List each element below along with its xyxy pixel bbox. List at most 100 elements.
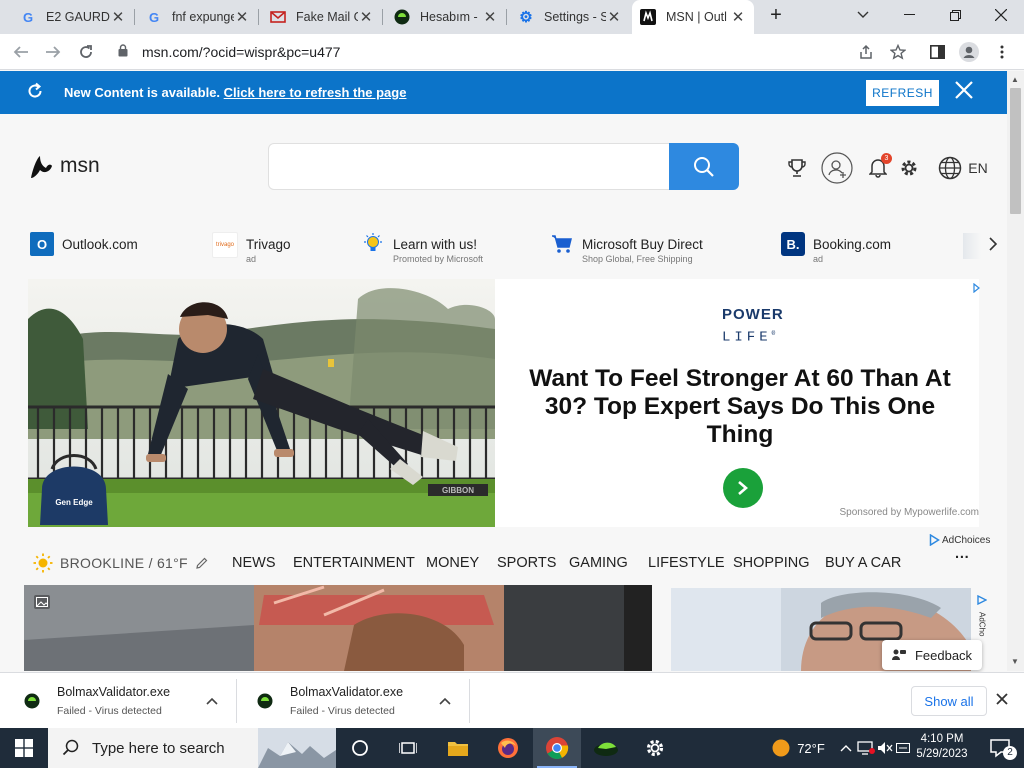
adchoices-link[interactable]: AdChoices [929, 534, 990, 546]
bookmark-button[interactable] [885, 39, 911, 65]
settings-app-button[interactable] [631, 728, 679, 768]
nav-shopping[interactable]: SHOPPING [733, 555, 810, 571]
feed-card-main[interactable] [24, 585, 652, 671]
quicklink-learn[interactable]: Learn with us! Promoted by Microsoft [361, 232, 483, 268]
nav-more-button[interactable]: ··· [955, 550, 970, 566]
task-view-button[interactable] [336, 728, 384, 768]
new-tab-button[interactable]: + [758, 0, 794, 30]
settings-button[interactable] [898, 153, 920, 183]
firefox-button[interactable] [484, 728, 532, 768]
download-item[interactable]: BolmaxValidator.exe Failed - Virus detec… [24, 673, 234, 729]
app-button[interactable] [582, 728, 630, 768]
share-button[interactable] [853, 39, 879, 65]
ad-headline[interactable]: Want To Feel Stronger At 60 Than At 30? … [515, 365, 965, 449]
tab-e2-gaurdi[interactable]: G E2 GAURDI ✕ [12, 0, 134, 34]
download-item[interactable]: BolmaxValidator.exe Failed - Virus detec… [257, 673, 467, 729]
close-downloads-button[interactable] [996, 689, 1008, 710]
ad-image[interactable]: Gen Edge GIBBON [28, 279, 495, 527]
adchoices-triangle-icon[interactable] [973, 280, 981, 294]
quicklink-microsoft-buy-direct[interactable]: Microsoft Buy Direct Shop Global, Free S… [550, 232, 703, 268]
refresh-page-link[interactable]: Click here to refresh the page [224, 85, 407, 100]
download-options-button[interactable] [439, 693, 451, 708]
tab-title: fnf expunge [172, 10, 234, 24]
bag-text: Gen Edge [55, 498, 93, 507]
side-panel-button[interactable] [924, 39, 950, 65]
url-text[interactable]: msn.com/?ocid=wispr&pc=u477 [142, 44, 340, 60]
nav-buy-a-car[interactable]: BUY A CAR [825, 555, 901, 571]
language-button[interactable]: EN [933, 153, 993, 183]
scroll-up-icon[interactable]: ▲ [1011, 75, 1019, 84]
tab-search-button[interactable] [840, 0, 886, 30]
quicklink-booking[interactable]: B. Booking.com ad [781, 232, 891, 268]
tab-close-icon[interactable]: ✕ [730, 8, 746, 26]
tab-msn-outlook[interactable]: MSN | Outl ✕ [632, 0, 754, 34]
notifications-button[interactable]: 3 [866, 153, 892, 183]
weather-location[interactable]: BROOKLINE / 61°F [33, 553, 209, 573]
scrollbar-thumb[interactable] [1010, 88, 1021, 214]
forward-button[interactable] [40, 39, 66, 65]
nav-sports[interactable]: SPORTS [497, 555, 556, 571]
ad-sponsor-text[interactable]: Sponsored by Mypowerlife.com [808, 507, 979, 518]
taskbar-search-box[interactable]: Type here to search [48, 728, 336, 768]
close-notice-button[interactable] [952, 79, 976, 105]
location-weather-text: BROOKLINE / 61°F [60, 555, 188, 571]
address-bar[interactable]: msn.com/?ocid=wispr&pc=u477 [106, 38, 916, 66]
weather-widget[interactable]: 72°F [758, 728, 838, 768]
tab-close-icon[interactable]: ✕ [234, 8, 250, 26]
timeline-button[interactable] [384, 728, 432, 768]
feed-adchoices[interactable]: AdCho [975, 592, 989, 636]
show-all-downloads-button[interactable]: Show all [911, 686, 987, 716]
tab-settings[interactable]: ⚙ Settings - S ✕ [510, 0, 630, 34]
tab-close-icon[interactable]: ✕ [358, 8, 374, 26]
start-button[interactable] [0, 728, 48, 768]
chrome-button[interactable] [533, 728, 581, 768]
nav-entertainment[interactable]: ENTERTAINMENT [293, 555, 415, 571]
feedback-button[interactable]: Feedback [882, 640, 982, 670]
browser-menu-button[interactable] [989, 39, 1015, 65]
quicklink-trivago[interactable]: trivago Trivago ad [212, 232, 291, 268]
tab-fnf-expunge[interactable]: G fnf expunge ✕ [138, 0, 258, 34]
rewards-button[interactable] [785, 153, 809, 183]
scroll-down-icon[interactable]: ▼ [1011, 657, 1019, 666]
msn-logo[interactable]: msn [28, 152, 100, 180]
restore-button[interactable] [932, 0, 978, 30]
taskbar-clock[interactable]: 4:10 PM 5/29/2023 [912, 732, 972, 762]
pencil-icon [196, 557, 208, 569]
minimize-button[interactable] [886, 0, 932, 30]
tab-close-icon[interactable]: ✕ [606, 8, 622, 26]
search-button[interactable] [669, 143, 739, 190]
tab-close-icon[interactable]: ✕ [482, 8, 498, 26]
nav-money[interactable]: MONEY [426, 555, 479, 571]
nav-lifestyle[interactable]: LIFESTYLE [648, 555, 725, 571]
nav-news[interactable]: NEWS [232, 555, 276, 571]
quicklink-outlook[interactable]: O Outlook.com [30, 232, 138, 268]
page-scrollbar[interactable]: ▲ ▼ [1007, 71, 1024, 671]
powerlife-logo[interactable]: POWER LIFE® [722, 305, 783, 348]
tray-overflow-button[interactable] [838, 728, 854, 768]
nav-gaming[interactable]: GAMING [569, 555, 628, 571]
network-button[interactable] [856, 728, 876, 768]
cortana-circle-icon [352, 740, 368, 756]
keyboard-button[interactable] [894, 728, 912, 768]
tab-hesabim[interactable]: Hesabım - ✕ [386, 0, 506, 34]
file-explorer-button[interactable] [434, 728, 482, 768]
action-center-button[interactable]: 2 [976, 728, 1024, 768]
close-window-button[interactable] [978, 0, 1024, 30]
sponsored-ad[interactable]: Gen Edge GIBBON POWER LIFE® Want To Feel… [28, 279, 981, 527]
image-gallery-icon[interactable] [34, 595, 50, 609]
quicklinks-next-button[interactable] [988, 236, 1004, 256]
tab-close-icon[interactable]: ✕ [110, 8, 126, 26]
account-button[interactable] [821, 152, 853, 184]
back-button[interactable] [8, 39, 34, 65]
refresh-button[interactable]: REFRESH [866, 80, 939, 106]
quicklink-faded[interactable] [963, 233, 981, 259]
download-options-button[interactable] [206, 693, 218, 708]
search-input[interactable] [268, 143, 670, 190]
tab-fake-mail[interactable]: Fake Mail G ✕ [262, 0, 382, 34]
reload-button[interactable] [73, 39, 99, 65]
ad-cta-button[interactable] [723, 468, 763, 508]
profile-button[interactable] [956, 39, 982, 65]
volume-button[interactable] [876, 728, 894, 768]
lock-icon[interactable] [118, 44, 138, 60]
browser-toolbar: msn.com/?ocid=wispr&pc=u477 [0, 34, 1024, 70]
